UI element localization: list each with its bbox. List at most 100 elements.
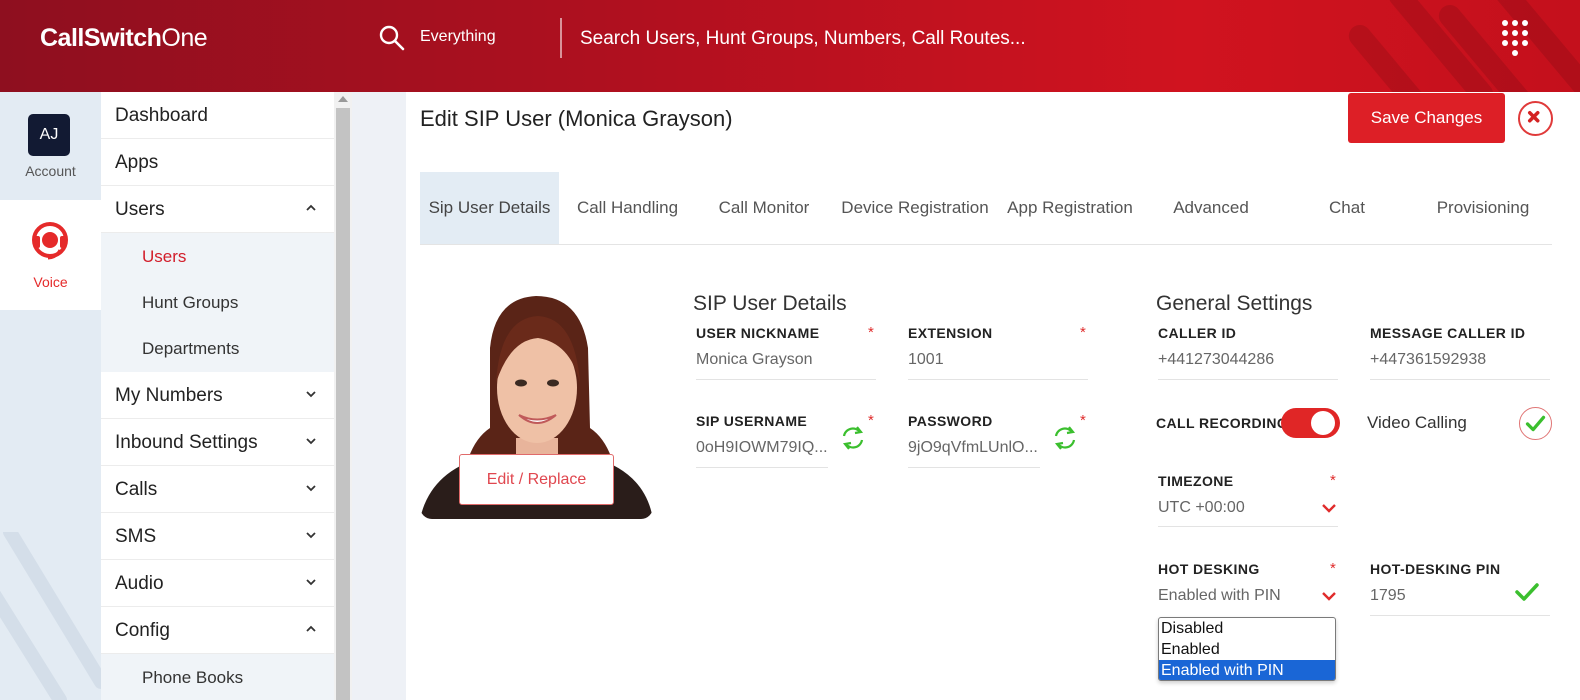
app-rail: AJ Account Voice [0,92,101,700]
field-label-extension: EXTENSION [908,325,993,341]
required-marker: * [1080,412,1086,429]
caller-id-input[interactable]: +441273044286 [1158,351,1338,369]
avatar: AJ [28,114,70,156]
sidebar-subitem-users[interactable]: Users [101,233,334,279]
sidebar-subitem-hunt-groups[interactable]: Hunt Groups [101,279,334,325]
field-underline [696,379,876,380]
chevron-up-icon [306,625,316,632]
sidebar-item-users[interactable]: Users [101,186,334,233]
field-label-hot-desking: HOT DESKING [1158,561,1260,577]
field-label-caller-id: CALLER ID [1158,325,1237,341]
decorative-stripes [0,532,101,700]
regenerate-password-refresh-icon[interactable] [1051,424,1079,452]
tab-chat[interactable]: Chat [1280,172,1414,244]
sidebar-scrollbar[interactable] [334,92,352,700]
sidebar-nav: Dashboard Apps Users Users Hunt Groups D… [101,92,334,700]
tab-sip-user-details[interactable]: Sip User Details [420,172,559,244]
dropdown-option-enabled[interactable]: Enabled [1159,639,1335,660]
check-icon [1525,415,1546,432]
sidebar-item-label: Users [115,199,165,220]
sidebar-item-label: Phone Books [142,668,244,687]
chevron-down-icon [306,485,316,492]
regenerate-username-refresh-icon[interactable] [839,424,867,452]
video-calling-label: Video Calling [1367,413,1467,432]
field-underline [908,467,1040,468]
rail-label-account: Account [25,163,76,179]
scroll-up-arrow[interactable] [338,96,348,102]
timezone-select[interactable]: UTC +00:00 [1158,499,1318,517]
sidebar-item-calls[interactable]: Calls [101,466,334,513]
sidebar-item-label: Dashboard [115,105,208,126]
sidebar-item-label: Apps [115,152,159,173]
sidebar-item-label: SMS [115,526,157,547]
section-title-general-settings: General Settings [1156,292,1313,315]
sidebar-item-apps[interactable]: Apps [101,139,334,186]
header-divider [560,18,562,58]
field-label-hot-desking-pin: HOT-DESKING PIN [1370,561,1501,577]
chevron-down-icon[interactable] [1321,590,1337,602]
check-icon [1515,583,1539,601]
edit-replace-photo-button[interactable]: Edit / Replace [459,454,614,505]
call-recording-toggle[interactable] [1281,408,1340,438]
rail-item-account[interactable]: AJ Account [0,92,101,200]
sidebar-subitem-departments[interactable]: Departments [101,325,334,372]
sidebar-item-my-numbers[interactable]: My Numbers [101,372,334,419]
tab-app-registration[interactable]: App Registration [998,172,1142,244]
hot-desking-select[interactable]: Enabled with PIN [1158,587,1318,605]
sidebar-item-label: Inbound Settings [115,432,258,453]
dropdown-option-disabled[interactable]: Disabled [1159,618,1335,639]
sidebar-item-dashboard[interactable]: Dashboard [101,92,334,139]
sip-username-input[interactable]: 0oH9IOWM79IQ... [696,439,828,457]
toggle-knob [1311,411,1335,435]
video-calling-checkbox[interactable] [1519,407,1552,440]
rail-label-voice: Voice [33,274,68,290]
tab-call-monitor[interactable]: Call Monitor [696,172,832,244]
save-changes-button[interactable]: Save Changes [1348,93,1505,143]
logo-text-thin: One [161,24,208,52]
sidebar-subitem-phone-books[interactable]: Phone Books [101,654,334,700]
search-scope-selector[interactable]: Everything [420,28,496,46]
tab-call-handling[interactable]: Call Handling [559,172,696,244]
tab-provisioning[interactable]: Provisioning [1414,172,1552,244]
sidebar-item-config[interactable]: Config [101,607,334,654]
field-underline [1370,379,1550,380]
rail-item-voice[interactable]: Voice [0,200,101,310]
top-bar: CallSwitchOne Everything [0,0,1580,92]
chevron-down-icon [306,579,316,586]
chevron-up-icon [306,204,316,211]
dropdown-option-enabled-with-pin[interactable]: Enabled with PIN [1159,660,1335,680]
sidebar-item-audio[interactable]: Audio [101,560,334,607]
user-nickname-input[interactable]: Monica Grayson [696,351,874,369]
chevron-down-icon [306,438,316,445]
global-search-input[interactable] [580,24,1280,54]
required-marker: * [1080,324,1086,341]
close-button[interactable] [1518,101,1553,136]
sidebar-item-label: Calls [115,479,158,500]
sidebar-item-sms[interactable]: SMS [101,513,334,560]
field-underline [1158,379,1338,380]
field-underline [1158,526,1338,527]
close-icon [1527,110,1540,123]
required-marker: * [868,412,874,429]
field-label-timezone: TIMEZONE [1158,473,1234,489]
sidebar-item-inbound-settings[interactable]: Inbound Settings [101,419,334,466]
extension-input[interactable]: 1001 [908,351,1086,369]
message-caller-id-input[interactable]: +447361592938 [1370,351,1550,369]
chevron-down-icon [306,532,316,539]
sidebar-item-label: Departments [142,339,240,358]
hot-desking-pin-input[interactable]: 1795 [1370,587,1490,605]
page-title: Edit SIP User (Monica Grayson) [420,106,733,131]
search-icon[interactable] [378,24,406,52]
dialpad-icon[interactable] [1502,20,1528,56]
scrollbar-thumb[interactable] [336,108,350,700]
sidebar-item-label: Config [115,620,170,641]
app-logo[interactable]: CallSwitchOne [40,24,208,53]
tab-advanced[interactable]: Advanced [1142,172,1280,244]
field-underline [696,467,828,468]
chevron-down-icon[interactable] [1321,502,1337,514]
tab-device-registration[interactable]: Device Registration [832,172,998,244]
field-label-call-recording: CALL RECORDING [1156,415,1289,431]
logo-text-bold: CallSwitch [40,24,162,52]
field-label-message-caller-id: MESSAGE CALLER ID [1370,325,1526,341]
password-input[interactable]: 9jO9qVfmLUnlO... [908,439,1040,457]
